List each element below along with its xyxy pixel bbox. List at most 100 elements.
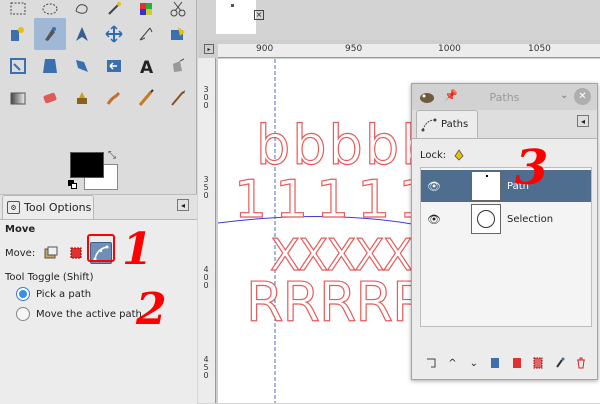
align-icon[interactable] xyxy=(2,50,34,82)
ruler-label: 950 xyxy=(345,44,363,54)
svg-text:A: A xyxy=(140,58,154,76)
annotation-number: 3 xyxy=(515,140,549,196)
layer-mode-icon[interactable] xyxy=(40,242,62,264)
close-icon[interactable]: × xyxy=(254,10,264,20)
text-line-1: 11111 xyxy=(234,170,439,230)
duplicate-path-icon[interactable] xyxy=(488,356,502,370)
path-name[interactable]: Selection xyxy=(507,214,553,225)
selection-to-path-icon[interactable] xyxy=(531,356,545,370)
color-area[interactable]: ⤡ xyxy=(62,148,122,196)
tool-row xyxy=(2,0,195,18)
ellipse-select-icon[interactable] xyxy=(34,0,66,18)
minimize-icon[interactable]: ⌄ xyxy=(560,90,568,101)
foreground-select-icon[interactable] xyxy=(2,18,34,50)
path-row-selection[interactable]: 👁 Selection xyxy=(421,203,591,235)
text-icon[interactable] xyxy=(66,82,98,114)
radio-move-active-path[interactable]: Move the active path xyxy=(16,307,142,321)
path-thumbnail xyxy=(471,171,501,201)
tool-options-icon: ⚙ xyxy=(7,201,20,214)
ruler-label: 1050 xyxy=(528,44,551,54)
tool-grid: A xyxy=(2,0,195,114)
move-icon[interactable] xyxy=(162,18,194,50)
tab-paths-label: Paths xyxy=(441,119,469,130)
paths-panel-body: Lock: 👁 Path 👁 Selection ^ ⌄ xyxy=(412,138,597,379)
close-icon[interactable]: ✕ xyxy=(574,88,591,105)
radio-label: Pick a path xyxy=(36,288,92,300)
panel-menu-icon[interactable]: ◂ xyxy=(577,115,589,127)
selection-mode-icon[interactable] xyxy=(65,242,87,264)
lock-row: Lock: xyxy=(420,148,466,162)
dock-window-title: Paths xyxy=(489,90,520,104)
visibility-eye-icon[interactable]: 👁 xyxy=(421,180,447,193)
crop-icon[interactable] xyxy=(34,50,66,82)
scissors-icon[interactable] xyxy=(162,0,194,18)
toolbox: A ⤡ ⚙ Tool Options ◂ Move Move: Tool Tog… xyxy=(0,0,197,404)
color-select-icon[interactable] xyxy=(130,0,162,18)
foreground-color[interactable] xyxy=(70,152,104,178)
annotation-highlight-box xyxy=(87,234,115,262)
vertical-ruler[interactable]: 300 350 400 450 xyxy=(198,58,216,403)
annotation-number: 1 xyxy=(122,224,153,275)
free-select-icon[interactable] xyxy=(66,0,98,18)
scale-icon[interactable] xyxy=(98,50,130,82)
tab-paths[interactable]: Paths xyxy=(416,110,478,138)
ruler-label: 300 xyxy=(203,85,209,110)
tool-title: Move xyxy=(5,224,36,235)
lower-path-icon[interactable]: ⌄ xyxy=(467,356,481,370)
move-label: Move: xyxy=(5,247,36,259)
annotation-number: 2 xyxy=(136,284,167,335)
visibility-eye-icon[interactable]: 👁 xyxy=(421,213,447,226)
tool-row xyxy=(2,18,195,50)
fuzzy-select-icon[interactable] xyxy=(98,0,130,18)
pencil-icon[interactable] xyxy=(162,82,194,114)
radio-label: Move the active path xyxy=(36,308,142,320)
new-path-icon[interactable] xyxy=(424,356,438,370)
tool-toggle-label: Tool Toggle (Shift) xyxy=(5,272,94,283)
ruler-label: 350 xyxy=(203,175,209,200)
tab-tool-options[interactable]: ⚙ Tool Options xyxy=(2,195,94,219)
tool-row: A xyxy=(2,50,195,82)
path-thumbnail xyxy=(471,204,501,234)
color-picker-icon[interactable] xyxy=(66,18,98,50)
rect-select-icon[interactable] xyxy=(2,0,34,18)
swap-colors-icon[interactable]: ⤡ xyxy=(108,150,116,161)
image-tab-strip: × xyxy=(198,0,600,40)
blend-icon[interactable] xyxy=(130,82,162,114)
ruler-label: 900 xyxy=(256,44,274,54)
paths-icon xyxy=(421,118,437,131)
paths-dock: 📌 Paths ⌄ ✕ Paths ◂ Lock: 👁 Path 👁 Selec… xyxy=(411,83,598,380)
radio-button[interactable] xyxy=(16,307,30,321)
panel-menu-icon[interactable]: ◂ xyxy=(177,199,189,211)
paths-button-bar: ^ ⌄ xyxy=(420,353,592,373)
path-to-selection-icon[interactable] xyxy=(510,356,524,370)
delete-path-icon[interactable] xyxy=(574,356,588,370)
cage-icon[interactable] xyxy=(34,82,66,114)
perspective-icon[interactable] xyxy=(162,50,194,82)
shear-icon[interactable]: A xyxy=(130,50,162,82)
ruler-label: 1000 xyxy=(438,44,461,54)
rotate-icon[interactable] xyxy=(66,50,98,82)
tool-options-panel: ⚙ Tool Options ◂ Move Move: Tool Toggle … xyxy=(0,194,197,404)
bucket-fill-icon[interactable] xyxy=(98,82,130,114)
raise-path-icon[interactable]: ^ xyxy=(445,356,459,370)
ruler-label: 400 xyxy=(203,265,209,290)
text-line-r: RRRRR xyxy=(246,271,429,334)
path-list: 👁 Path 👁 Selection xyxy=(420,167,592,327)
path-row-path[interactable]: 👁 Path xyxy=(421,170,591,202)
radio-button-selected[interactable] xyxy=(16,287,30,301)
paint-along-path-icon[interactable] xyxy=(553,356,567,370)
radio-pick-a-path[interactable]: Pick a path xyxy=(16,287,91,301)
zoom-icon[interactable] xyxy=(98,18,130,50)
measure-icon[interactable] xyxy=(130,18,162,50)
dock-titlebar[interactable]: 📌 Paths ⌄ ✕ xyxy=(412,84,597,110)
lock-label: Lock: xyxy=(420,149,447,161)
paths-tool-icon[interactable] xyxy=(34,18,66,50)
horizontal-ruler[interactable]: 900 950 1000 1050 xyxy=(218,44,600,58)
tool-row xyxy=(2,82,195,114)
flip-icon[interactable] xyxy=(2,82,34,114)
image-tab-thumbnail[interactable] xyxy=(216,0,256,34)
reset-colors-icon[interactable] xyxy=(68,180,78,190)
quick-mask-toggle-icon[interactable]: ▸ xyxy=(204,44,214,54)
lock-position-icon[interactable] xyxy=(452,148,466,162)
ruler-label: 450 xyxy=(203,355,209,380)
